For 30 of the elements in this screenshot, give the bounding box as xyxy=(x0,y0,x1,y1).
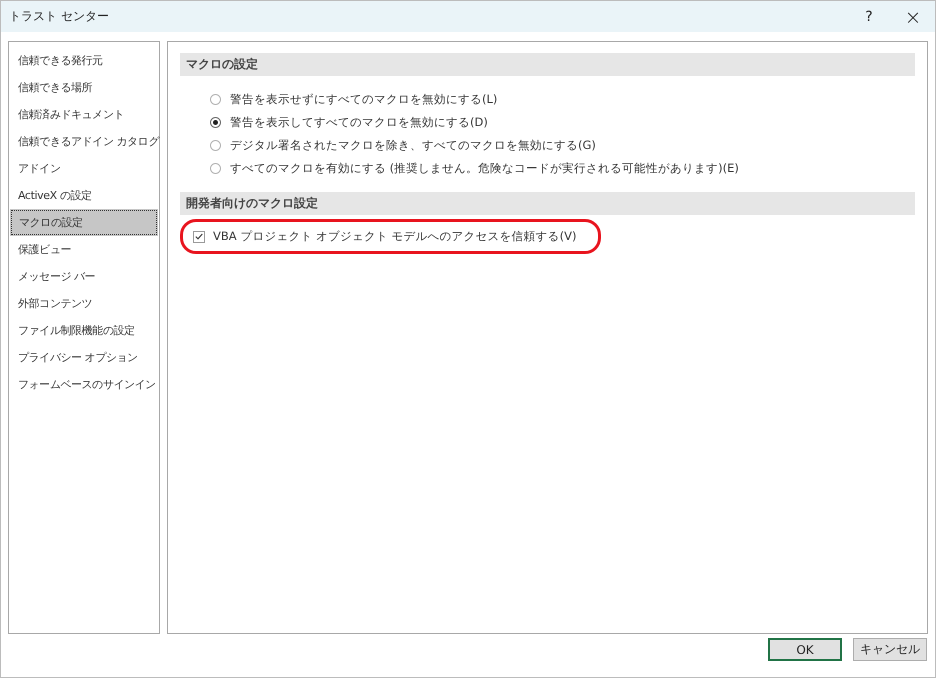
cancel-button[interactable]: キャンセル xyxy=(853,638,927,661)
sidebar-item[interactable]: 保護ビュー xyxy=(9,236,159,263)
sidebar-item[interactable]: 信頼できる発行元 xyxy=(9,47,159,74)
radio-label: デジタル署名されたマクロを除き、すべてのマクロを無効にする(G) xyxy=(230,138,596,153)
sidebar-item[interactable]: 外部コンテンツ xyxy=(9,290,159,317)
help-button[interactable]: ? xyxy=(847,1,891,32)
sidebar-item[interactable]: アドイン xyxy=(9,155,159,182)
checkbox[interactable] xyxy=(193,230,205,242)
checkbox-label: VBA プロジェクト オブジェクト モデルへのアクセスを信頼する(V) xyxy=(213,229,576,244)
radio-button[interactable] xyxy=(210,140,221,151)
ok-button[interactable]: OK xyxy=(768,638,842,661)
sidebar-item[interactable]: 信頼できるアドイン カタログ xyxy=(9,128,159,155)
sidebar-item[interactable]: 信頼済みドキュメント xyxy=(9,101,159,128)
sidebar-item[interactable]: 信頼できる場所 xyxy=(9,74,159,101)
window-title: トラスト センター xyxy=(9,8,110,25)
sidebar-item[interactable]: フォームベースのサインイン xyxy=(9,371,159,398)
section-header: 開発者向けのマクロ設定 xyxy=(180,192,915,215)
sidebar-item[interactable]: ファイル制限機能の設定 xyxy=(9,317,159,344)
sidebar-item[interactable]: プライバシー オプション xyxy=(9,344,159,371)
radio-label: 警告を表示せずにすべてのマクロを無効にする(L) xyxy=(230,92,498,107)
radio-button[interactable] xyxy=(210,163,221,174)
radio-button[interactable] xyxy=(210,94,221,105)
radio-label: すべてのマクロを有効にする (推奨しません。危険なコードが実行される可能性があります)(E) xyxy=(230,161,739,176)
radio-button[interactable] xyxy=(210,117,221,128)
radio-label: 警告を表示してすべてのマクロを無効にする(D) xyxy=(230,115,488,130)
close-button[interactable]: × xyxy=(891,1,935,32)
sidebar-item[interactable]: マクロの設定 xyxy=(10,209,158,236)
sidebar-item[interactable]: ActiveX の設定 xyxy=(9,182,159,209)
section-header: マクロの設定 xyxy=(180,53,915,76)
sidebar-item[interactable]: メッセージ バー xyxy=(9,263,159,290)
